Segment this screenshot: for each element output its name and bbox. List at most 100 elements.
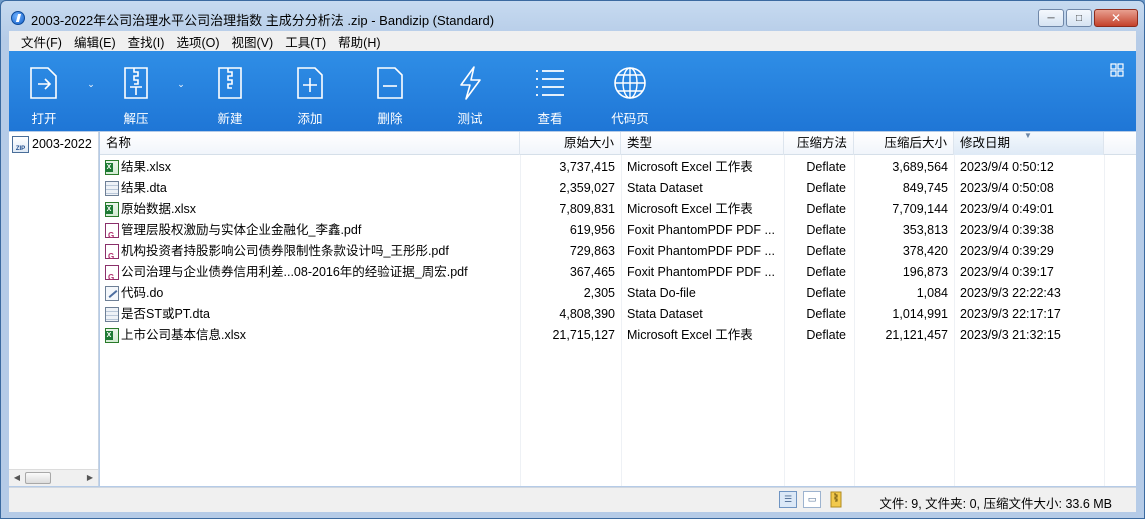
file-name-cell: 代码.do	[105, 283, 517, 304]
file-modified: 2023/9/3 21:32:15	[960, 328, 1061, 342]
scroll-left-arrow-icon[interactable]: ◀	[11, 472, 23, 484]
new-archive-icon	[218, 67, 242, 99]
file-name: 机构投资者持股影响公司债券限制性条款设计吗_王彤彤.pdf	[121, 244, 449, 258]
extract-dropdown-chevron-icon[interactable]: ⌄	[175, 79, 187, 91]
menu-edit[interactable]: 编辑(E)	[68, 32, 122, 51]
file-packed-size: 21,121,457	[885, 328, 948, 342]
menu-find[interactable]: 查找(I)	[122, 32, 171, 51]
file-name-cell: 原始数据.xlsx	[105, 199, 517, 220]
excel-file-icon	[105, 202, 119, 217]
menu-options[interactable]: 选项(O)	[170, 32, 225, 51]
file-row[interactable]: 代码.do 2,305 Stata Do-file Deflate 1,084 2023/…	[100, 283, 1136, 304]
scroll-right-arrow-icon[interactable]: ▶	[84, 472, 96, 484]
delete-button[interactable]: 删除	[355, 51, 425, 131]
column-header-size[interactable]: 原始大小	[520, 132, 621, 155]
tree-item-label: 2003-2022	[32, 137, 92, 151]
scroll-thumb[interactable]	[25, 472, 51, 484]
open-icon	[30, 67, 57, 99]
new-archive-button[interactable]: 新建	[195, 51, 265, 131]
file-name-cell: 公司治理与企业债券信用利差...08-2016年的经验证据_周宏.pdf	[105, 262, 517, 283]
file-name: 结果.dta	[121, 181, 167, 195]
file-modified: 2023/9/4 0:39:38	[960, 223, 1054, 237]
menu-tools[interactable]: 工具(T)	[279, 32, 332, 51]
file-method: Deflate	[806, 223, 846, 237]
minimize-button[interactable]: ─	[1038, 9, 1064, 27]
file-row[interactable]: 原始数据.xlsx 7,809,831 Microsoft Excel 工作表 Def…	[100, 199, 1136, 220]
zip-archive-icon: ZIP	[12, 135, 29, 153]
file-modified: 2023/9/4 0:49:01	[960, 202, 1054, 216]
file-name: 结果.xlsx	[121, 160, 172, 174]
file-type: Foxit PhantomPDF PDF ...	[627, 265, 775, 279]
file-row[interactable]: 是否ST或PT.dta 4,808,390 Stata Dataset Deflate…	[100, 304, 1136, 325]
file-type: Stata Dataset	[627, 307, 703, 321]
codepage-button[interactable]: 代码页	[595, 51, 665, 131]
new-label: 新建	[217, 112, 243, 126]
maximize-button[interactable]: □	[1066, 9, 1092, 27]
file-row[interactable]: 机构投资者持股影响公司债券限制性条款设计吗_王彤彤.pdf 729,863 Foxi…	[100, 241, 1136, 262]
file-name-cell: 上市公司基本信息.xlsx	[105, 325, 517, 346]
open-label: 打开	[31, 112, 57, 126]
archive-zipper-icon[interactable]	[827, 491, 845, 508]
tree-horizontal-scrollbar[interactable]: ◀ ▶	[9, 469, 98, 486]
file-size: 21,715,127	[552, 328, 615, 342]
pdf-file-icon	[105, 244, 119, 262]
excel-file-icon	[105, 328, 119, 343]
file-type: Foxit PhantomPDF PDF ...	[627, 223, 775, 237]
file-method: Deflate	[806, 286, 846, 300]
delete-label: 删除	[377, 112, 403, 126]
file-size: 729,863	[569, 244, 615, 258]
open-button[interactable]: 打开	[9, 51, 79, 131]
menu-view[interactable]: 视图(V)	[226, 32, 280, 51]
status-bar: ☰ ▭ 文件: 9, 文件夹: 0, 压缩文件大小: 33.6 MB	[9, 487, 1136, 512]
tree-item-archive-root[interactable]: ZIP 2003-2022	[12, 135, 98, 153]
open-dropdown-chevron-icon[interactable]: ⌄	[85, 79, 97, 91]
extract-label: 解压	[123, 112, 149, 126]
file-row[interactable]: 公司治理与企业债券信用利差...08-2016年的经验证据_周宏.pdf 367,…	[100, 262, 1136, 283]
file-row[interactable]: 结果.xlsx 3,737,415 Microsoft Excel 工作表 Defla…	[100, 157, 1136, 178]
file-packed-size: 7,709,144	[892, 202, 948, 216]
file-list-header: 名称 原始大小 类型 压缩方法 压缩后大小 ▼ 修改日期	[100, 131, 1136, 155]
delete-file-icon	[377, 67, 403, 99]
pdf-file-icon	[105, 265, 119, 283]
column-header-type[interactable]: 类型	[621, 132, 784, 155]
column-header-name[interactable]: 名称	[100, 132, 520, 155]
preview-view-icon[interactable]: ▭	[803, 491, 821, 508]
file-packed-size: 196,873	[902, 265, 948, 279]
menu-file[interactable]: 文件(F)	[15, 32, 68, 51]
codepage-label: 代码页	[611, 112, 649, 126]
file-row[interactable]: 上市公司基本信息.xlsx 21,715,127 Microsoft Excel 工…	[100, 325, 1136, 346]
file-type: Foxit PhantomPDF PDF ...	[627, 244, 775, 258]
menu-help[interactable]: 帮助(H)	[332, 32, 386, 51]
file-name-cell: 结果.xlsx	[105, 157, 517, 178]
window-title: 2003-2022年公司治理水平公司治理指数 主成分分析法 .zip - Ban…	[31, 13, 495, 28]
view-button[interactable]: 查看	[515, 51, 585, 131]
column-header-packed-size[interactable]: 压缩后大小	[854, 132, 954, 155]
extract-button[interactable]: 解压	[101, 51, 171, 131]
add-button[interactable]: 添加	[275, 51, 345, 131]
list-view-icon	[536, 70, 564, 96]
file-packed-size: 3,689,564	[892, 160, 948, 174]
bandizip-logo-icon	[11, 11, 25, 25]
test-button[interactable]: 测试	[435, 51, 505, 131]
close-button[interactable]: ✕	[1094, 9, 1138, 27]
file-type: Stata Dataset	[627, 181, 703, 195]
dta-file-icon	[105, 307, 119, 322]
extract-icon	[124, 67, 148, 99]
details-view-icon[interactable]: ☰	[779, 491, 797, 508]
file-row[interactable]: 结果.dta 2,359,027 Stata Dataset Deflate 849,7…	[100, 178, 1136, 199]
file-size: 367,465	[569, 265, 615, 279]
file-size: 2,359,027	[559, 181, 615, 195]
file-method: Deflate	[806, 265, 846, 279]
status-summary: 文件: 9, 文件夹: 0, 压缩文件大小: 33.6 MB	[879, 497, 1112, 511]
add-file-icon	[297, 67, 323, 99]
file-size: 3,737,415	[559, 160, 615, 174]
globe-icon	[614, 67, 646, 99]
column-header-method[interactable]: 压缩方法	[784, 132, 854, 155]
column-header-modified[interactable]: ▼ 修改日期	[954, 131, 1104, 155]
file-row[interactable]: 管理层股权激励与实体企业金融化_李鑫.pdf 619,956 Foxit Phant…	[100, 220, 1136, 241]
lightning-icon	[460, 66, 481, 100]
sort-descending-icon: ▼	[1024, 131, 1032, 140]
file-method: Deflate	[806, 181, 846, 195]
pdf-file-icon	[105, 223, 119, 241]
layout-grid-icon[interactable]	[1110, 63, 1124, 77]
